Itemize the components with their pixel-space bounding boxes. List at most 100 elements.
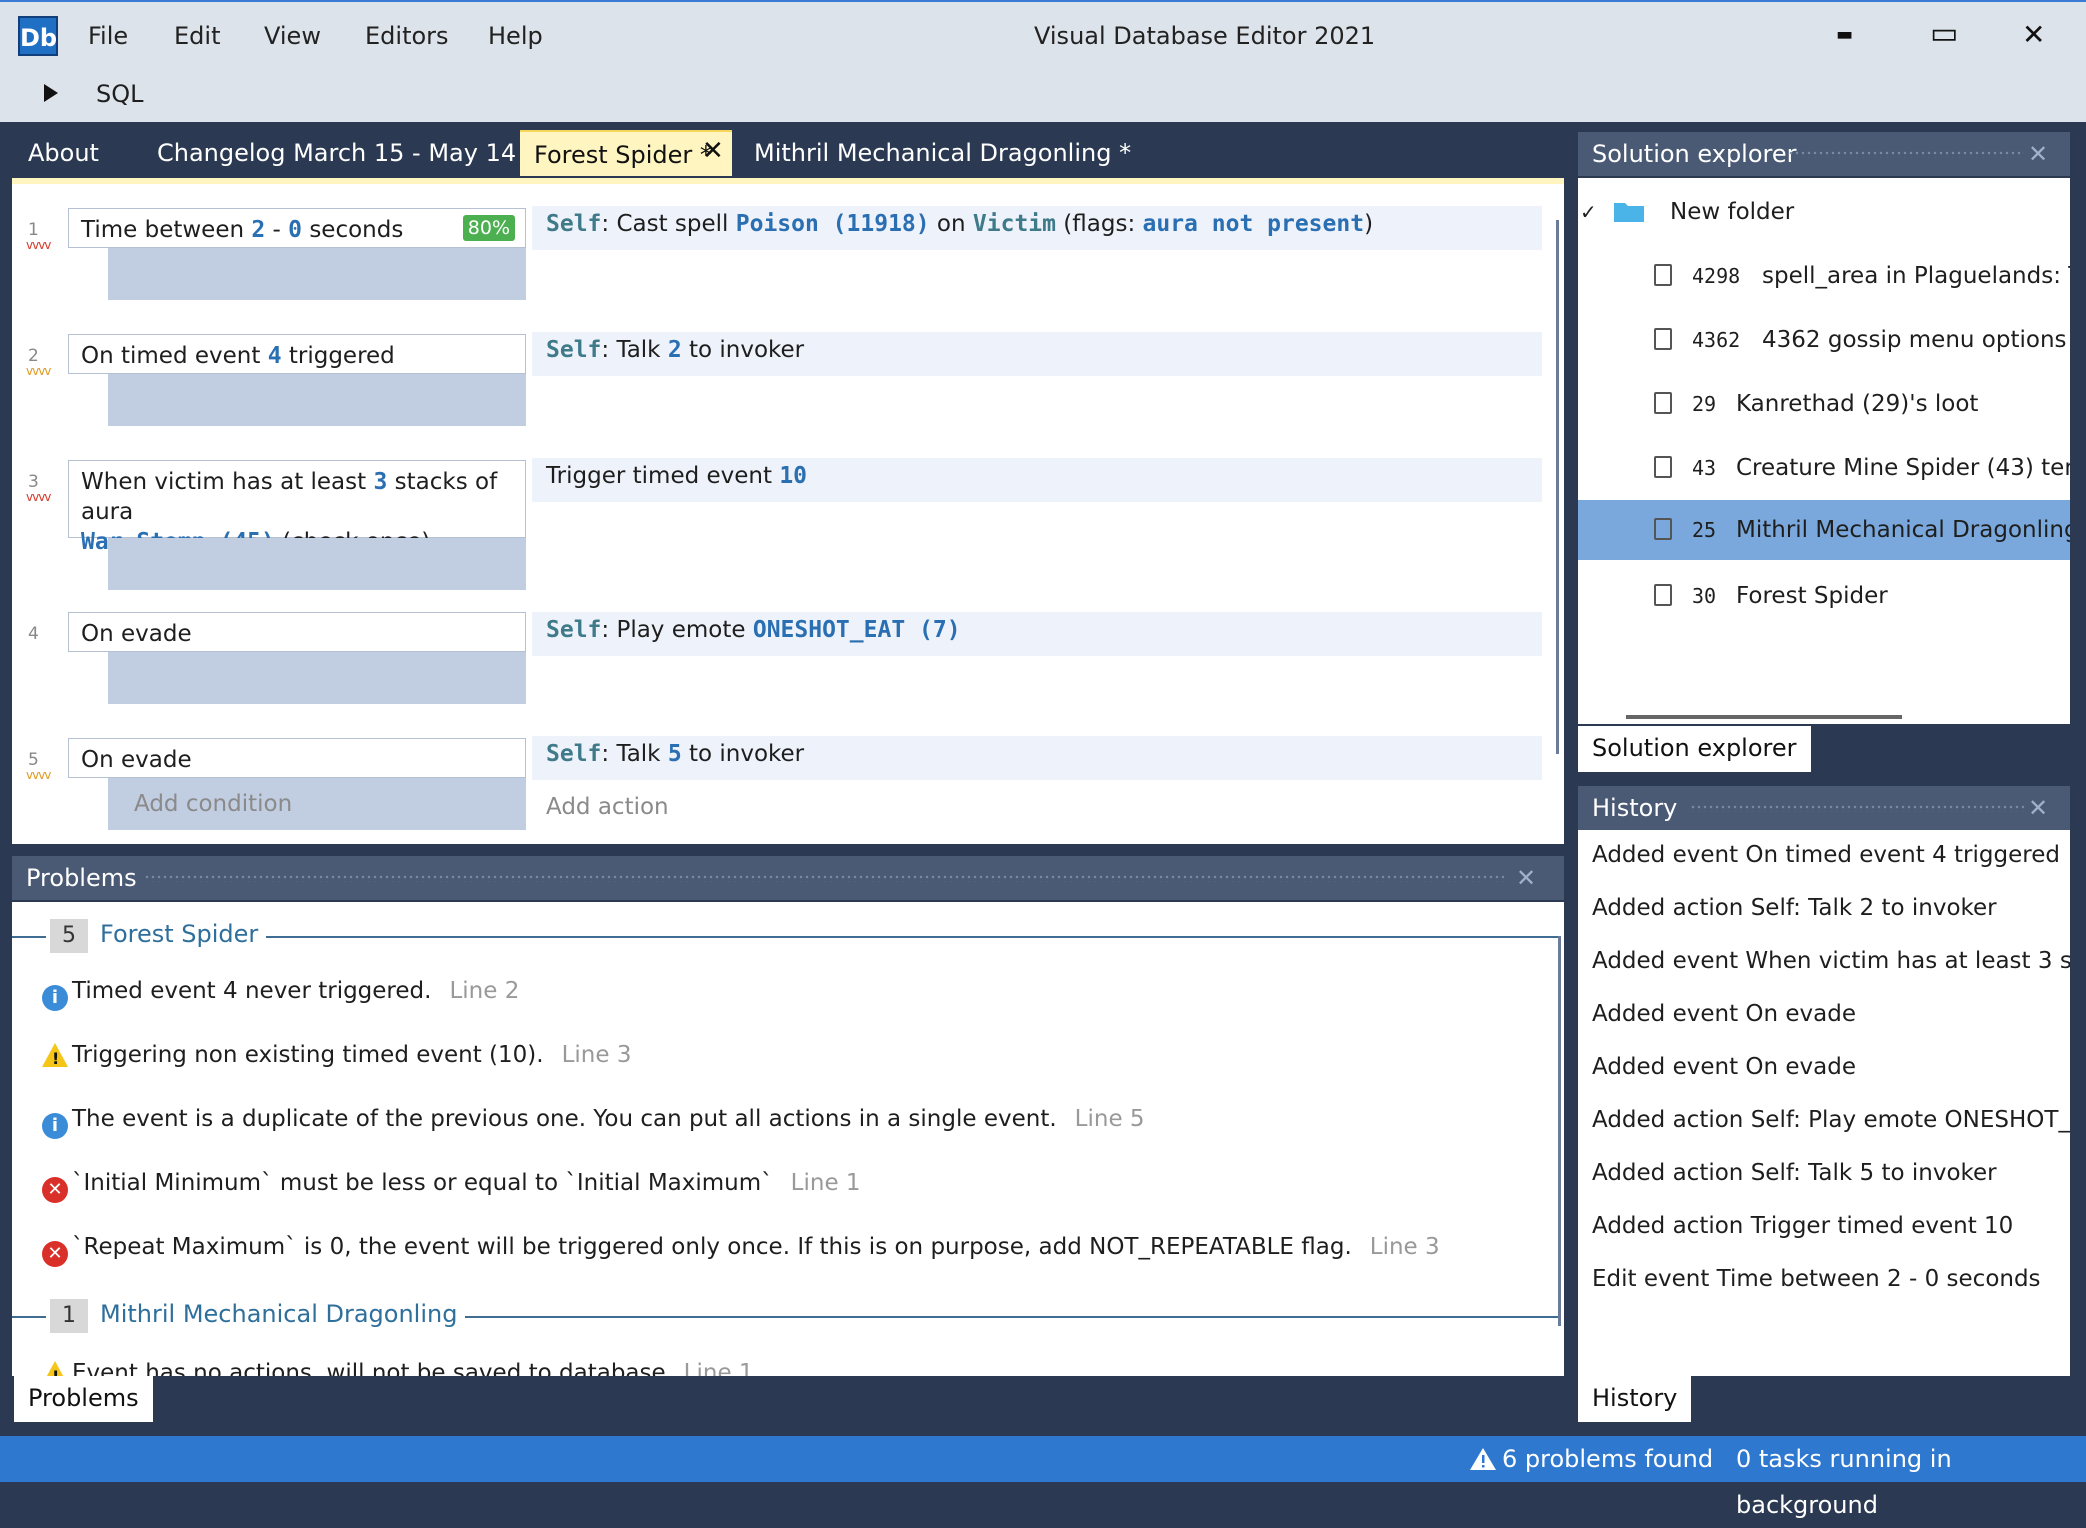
problems-scrollbar[interactable] [1558,936,1561,1326]
condition-area[interactable] [108,538,526,590]
event-5[interactable]: On evade [68,738,526,778]
close-icon[interactable]: ✕ [1516,856,1536,900]
close-icon[interactable]: ✕ [2022,18,2045,51]
chance-badge[interactable]: 80% [462,215,515,241]
horizontal-scrollbar[interactable] [1626,715,1902,719]
problem-item[interactable]: ! Event has no actions, will not be saved… [42,1358,754,1376]
tab-mithril-dragonling[interactable]: Mithril Mechanical Dragonling * [740,130,1145,176]
tab-changelog[interactable]: Changelog March 15 - May 14 [143,130,530,176]
tree-item[interactable]: 30 Forest Spider [1578,566,2070,626]
menu-file[interactable]: File [88,22,128,50]
tab-close-icon[interactable]: ✕ [702,136,724,166]
event-1[interactable]: Time between 2 - 0 seconds 80% [68,208,526,248]
tasks-status[interactable]: 0 tasks running in background [1736,1436,2086,1528]
problem-line[interactable]: Line 1 [684,1360,754,1376]
problem-item[interactable]: i The event is a duplicate of the previou… [42,1104,1145,1139]
history-item[interactable]: Added action Self: Play emote ONESHOT_EA [1592,1107,2070,1133]
problem-line[interactable]: Line 5 [1075,1106,1145,1132]
maximize-icon[interactable]: ▭ [1930,16,1958,51]
menu-edit[interactable]: Edit [174,22,220,50]
close-icon[interactable]: ✕ [2028,132,2048,176]
menu-help[interactable]: Help [488,22,543,50]
problem-item[interactable]: ! Triggering non existing timed event (10… [42,1040,631,1070]
tab-solution-explorer[interactable]: Solution explorer [1578,726,1811,772]
tree-item[interactable]: 29 Kanrethad (29)'s loot [1578,374,2070,434]
action-param[interactable]: 5 [668,741,682,767]
problem-text: Timed event 4 never triggered. [72,978,432,1004]
menu-view[interactable]: View [264,22,321,50]
panel-grip[interactable] [1788,150,2024,158]
add-condition-button[interactable]: Add condition [108,778,526,830]
event-param[interactable]: 0 [288,217,302,243]
event-4[interactable]: On evade [68,612,526,652]
tab-forest-spider[interactable]: Forest Spider * [520,130,732,176]
action-1[interactable]: Self: Cast spell Poison (11918) on Victi… [532,206,1542,250]
event-param[interactable]: 4 [268,343,282,369]
tab-history[interactable]: History [1578,1376,1692,1422]
action-4[interactable]: Self: Play emote ONESHOT_EAT (7) [532,612,1542,656]
problem-line[interactable]: Line 1 [791,1170,861,1196]
history-item[interactable]: Added action Self: Talk 5 to invoker [1592,1160,1997,1186]
event-param[interactable]: 2 [251,217,265,243]
condition-area[interactable] [108,652,526,704]
tree-item[interactable]: 4362 4362 gossip menu options [1578,310,2070,370]
action-target[interactable]: Victim [973,211,1056,237]
history-item[interactable]: Added action Self: Talk 2 to invoker [1592,895,1997,921]
panel-grip[interactable] [1690,804,2024,812]
history-item[interactable]: Added event When victim has at least 3 s… [1592,948,2070,974]
tree-folder[interactable]: ✓ New folder [1578,182,2070,242]
event-param[interactable]: 3 [373,469,387,495]
editor-scrollbar[interactable] [1556,220,1559,754]
tree-item[interactable]: 4298 spell_area in Plaguelands: The [1578,246,2070,306]
history-item[interactable]: Added event On evade [1592,1001,1856,1027]
problem-item[interactable]: ✕ `Repeat Maximum` is 0, the event will b… [42,1232,1440,1267]
problem-line[interactable]: Line 3 [562,1042,632,1068]
history-item[interactable]: Edit event Time between 2 - 0 seconds [1592,1266,2041,1292]
problem-group-mithril-dragonling[interactable]: 1 Mithril Mechanical Dragonling [12,1296,1564,1336]
info-icon: i [42,985,68,1011]
event-3[interactable]: When victim has at least 3 stacks of aur… [68,460,526,555]
tab-problems[interactable]: Problems [14,1376,153,1422]
add-condition-label: Add condition [134,791,293,817]
action-param[interactable]: Poison (11918) [736,211,930,237]
minimize-icon[interactable]: ▬ [1836,24,1853,45]
history-panel: Added event On timed event 4 triggered A… [1578,830,2070,1376]
action-param[interactable]: 10 [779,463,807,489]
info-icon: i [42,1113,68,1139]
problem-count-badge: 1 [50,1299,88,1333]
item-id: 4362 [1692,328,1741,352]
close-icon[interactable]: ✕ [2028,786,2048,830]
history-item[interactable]: Added event On evade [1592,1054,1856,1080]
history-item[interactable]: Added action Trigger timed event 10 [1592,1213,2013,1239]
tab-about[interactable]: About [14,130,113,176]
condition-area[interactable] [108,374,526,426]
add-action-button[interactable]: Add action [546,794,669,820]
action-5[interactable]: Self: Talk 5 to invoker [532,736,1542,780]
problems-status[interactable]: 6 problems found [1502,1436,1713,1482]
condition-area[interactable] [108,248,526,300]
problem-item[interactable]: ✕ `Initial Minimum` must be less or equal… [42,1168,861,1203]
event-2[interactable]: On timed event 4 triggered [68,334,526,374]
action-param[interactable]: aura not present [1143,211,1365,237]
action-3[interactable]: Trigger timed event 10 [532,458,1542,502]
problems-panel: 5 Forest Spider i Timed event 4 never tri… [12,902,1564,1376]
error-squiggle: vvvv [26,238,51,252]
item-id: 25 [1692,518,1717,542]
menu-editors[interactable]: Editors [365,22,449,50]
tree-item[interactable]: 43 Creature Mine Spider (43) templ [1578,438,2070,498]
sql-button[interactable]: SQL [96,80,144,108]
action-param[interactable]: 2 [668,337,682,363]
problem-item[interactable]: i Timed event 4 never triggered. Line 2 [42,976,519,1011]
file-icon [1654,392,1672,414]
problem-line[interactable]: Line 2 [449,978,519,1004]
panel-grip[interactable] [144,874,1504,882]
action-2[interactable]: Self: Talk 2 to invoker [532,332,1542,376]
action-param[interactable]: ONESHOT_EAT (7) [753,617,961,643]
warning-icon: ! [42,1361,68,1376]
tree-item-selected[interactable]: 25 Mithril Mechanical Dragonling [1578,500,2070,560]
play-icon[interactable] [44,84,58,102]
action-source: Self [546,337,602,363]
history-item[interactable]: Added event On timed event 4 triggered [1592,842,2060,868]
problem-group-forest-spider[interactable]: 5 Forest Spider [12,916,1564,956]
problem-line[interactable]: Line 3 [1370,1234,1440,1260]
